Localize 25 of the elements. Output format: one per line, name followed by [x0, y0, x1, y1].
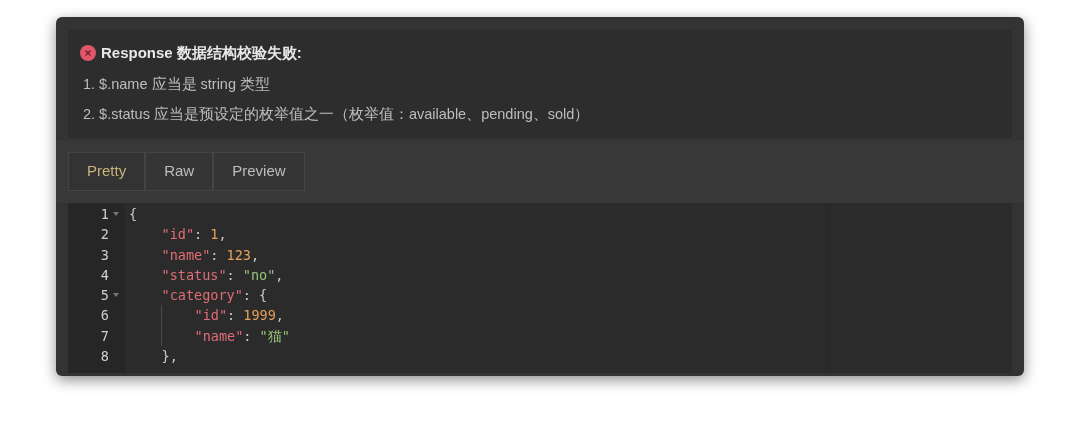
tab[interactable]: Preview — [213, 152, 305, 191]
line-number: 3 — [100, 245, 109, 265]
code-line: "name": "猫" — [193, 326, 290, 346]
line-number: 7 — [100, 326, 109, 346]
error-title: Response 数据结构校验失败: — [101, 43, 302, 63]
line-number: 6 — [100, 306, 109, 326]
error-item: 1. $.name 应当是 string 类型 — [82, 74, 272, 94]
line-number: 2 — [100, 225, 109, 245]
code-line: "category": { — [160, 286, 268, 306]
tab[interactable]: Pretty — [68, 152, 146, 191]
error-item: 2. $.status 应当是预设定的枚举值之一（枚举值：available、pending、sold） — [82, 105, 591, 125]
fold-arrow-icon[interactable] — [112, 293, 119, 298]
code-line: "name": 123, — [160, 245, 260, 265]
fold-arrow-icon[interactable] — [112, 212, 119, 217]
line-number: 5 — [100, 286, 109, 306]
code-line: "id": 1999, — [193, 306, 284, 326]
tab[interactable]: Raw — [145, 152, 214, 191]
line-number: 4 — [100, 265, 109, 285]
code-line: }, — [160, 347, 178, 367]
line-number: 8 — [100, 347, 109, 367]
code-line: "status": "no", — [160, 265, 284, 285]
code-line: "id": 1, — [160, 225, 227, 245]
line-number: 1 — [100, 205, 109, 224]
error-icon — [80, 45, 96, 62]
code-line: { — [129, 205, 138, 224]
